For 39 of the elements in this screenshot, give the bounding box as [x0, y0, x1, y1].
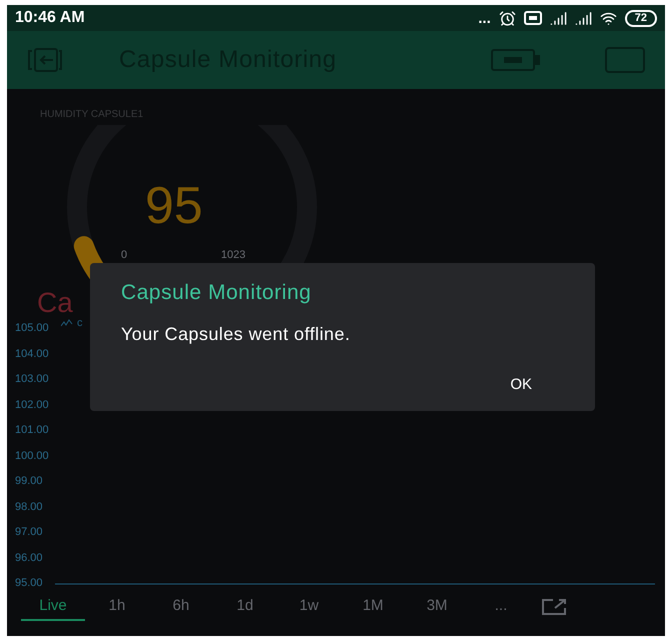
time-range-tab[interactable]: 1w [277, 593, 341, 621]
ok-button[interactable]: OK [498, 370, 544, 400]
battery-indicator: 72 [624, 10, 657, 26]
time-range-tab[interactable]: ... [469, 593, 533, 621]
expand-icon[interactable] [541, 598, 567, 616]
time-range-tab[interactable]: 6h [149, 593, 213, 621]
alarm-icon [498, 10, 516, 26]
more-notifications: ... [478, 10, 491, 26]
y-tick-label: 101.00 [15, 425, 49, 436]
battery-icon [491, 48, 541, 72]
dialog-title: Capsule Monitoring [121, 280, 312, 306]
y-tick-label: 105.00 [15, 323, 49, 334]
line-chart-icon [61, 319, 73, 327]
y-tick-label: 97.00 [15, 527, 43, 538]
y-tick-label: 100.00 [15, 450, 49, 462]
chart-legend: c [77, 318, 82, 328]
signal-icon [574, 10, 592, 26]
gauge-min: 0 [121, 248, 128, 263]
signal-icon [550, 10, 567, 26]
gauge-value: 95 [145, 180, 203, 232]
time-range-tab[interactable]: 1h [85, 593, 149, 621]
y-tick-label: 98.00 [15, 502, 43, 512]
volte-icon [524, 11, 542, 25]
y-tick-label: 99.00 [15, 476, 43, 487]
time-range-tab[interactable]: 3M [405, 593, 469, 621]
gauge-max: 1023 [221, 248, 246, 263]
time-range-tab[interactable]: 1d [213, 593, 277, 621]
y-tick-label: 95.00 [15, 578, 43, 589]
y-tick-label: 104.00 [15, 348, 49, 360]
time-range-tab[interactable]: Live [21, 593, 85, 621]
square-icon [605, 47, 645, 73]
y-tick-label: 96.00 [15, 552, 43, 564]
status-time: 10:46 AM [15, 8, 85, 28]
exit-icon [27, 47, 63, 73]
dialog-message: Your Capsules went offline. [121, 322, 352, 346]
chart-title: Ca [37, 289, 73, 317]
time-range-tab[interactable]: 1M [341, 593, 405, 621]
y-tick-label: 103.00 [15, 374, 49, 385]
y-tick-label: 102.00 [15, 400, 49, 410]
